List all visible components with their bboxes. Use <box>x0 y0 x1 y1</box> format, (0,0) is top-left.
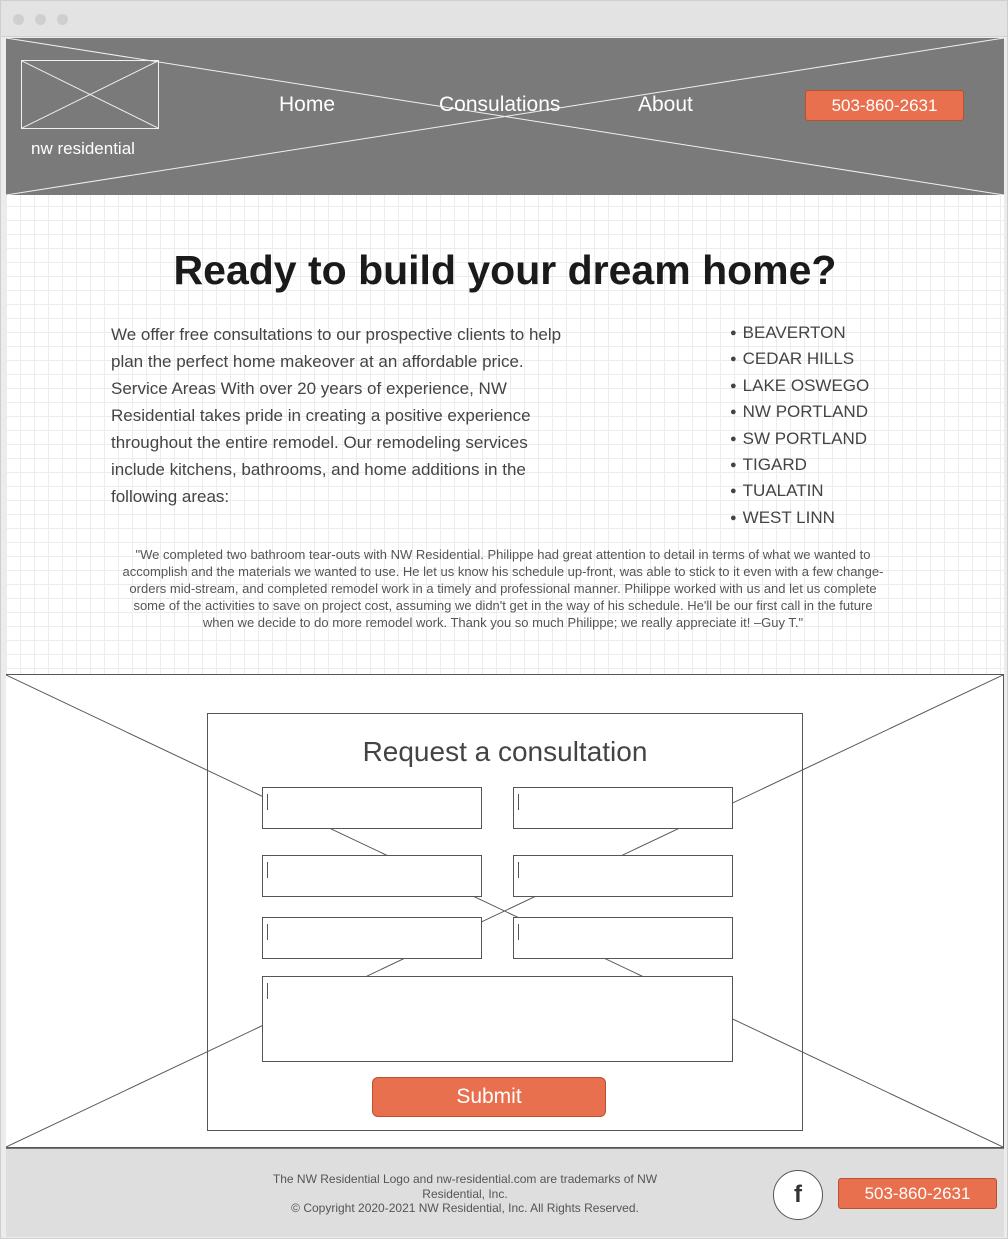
form-field-4[interactable] <box>513 855 733 897</box>
footer-phone-button[interactable]: 503-860-2631 <box>838 1178 997 1209</box>
footer-trademark: The NW Residential Logo and nw-residenti… <box>272 1172 658 1201</box>
header-phone-button[interactable]: 503-860-2631 <box>805 90 964 121</box>
window-maximize-dot[interactable] <box>57 14 68 25</box>
service-area-item: WEST LINN <box>730 506 869 532</box>
text-cursor <box>267 862 268 878</box>
form-title: Request a consultation <box>362 736 648 767</box>
consultation-section: Request a consultation Submit <box>6 674 1004 1148</box>
submit-button[interactable]: Submit <box>372 1077 606 1117</box>
text-cursor <box>267 924 268 940</box>
service-area-item: TUALATIN <box>730 479 869 505</box>
text-cursor <box>518 924 519 940</box>
form-field-3[interactable] <box>262 855 482 897</box>
footer-legal: The NW Residential Logo and nw-residenti… <box>255 1172 675 1216</box>
text-cursor <box>518 862 519 878</box>
nav-consultations[interactable]: Consulations <box>439 93 560 117</box>
footer-copyright: © Copyright 2020-2021 NW Residential, In… <box>291 1201 639 1215</box>
intro-paragraph: We offer free consultations to our prosp… <box>111 325 562 506</box>
form-message-textarea[interactable] <box>262 976 733 1062</box>
facebook-icon[interactable]: f <box>773 1170 823 1220</box>
service-area-item: TIGARD <box>730 453 869 479</box>
form-field-5[interactable] <box>262 917 482 959</box>
site-footer: The NW Residential Logo and nw-residenti… <box>6 1148 1004 1237</box>
browser-window: nw residential Home Consulations About 5… <box>0 0 1008 1239</box>
site-header: nw residential Home Consulations About 5… <box>6 38 1004 195</box>
service-areas-list: BEAVERTON CEDAR HILLS LAKE OSWEGO NW POR… <box>730 321 870 532</box>
window-minimize-dot[interactable] <box>35 14 46 25</box>
testimonial-quote: "We completed two bathroom tear-outs wit… <box>122 547 884 630</box>
window-close-dot[interactable] <box>13 14 24 25</box>
window-titlebar <box>1 1 1007 37</box>
logo-image-placeholder[interactable] <box>21 60 159 129</box>
form-field-2[interactable] <box>513 787 733 829</box>
page-headline: Ready to build your dream home? <box>173 247 837 293</box>
form-field-1[interactable] <box>262 787 482 829</box>
service-area-item: NW PORTLAND <box>730 400 869 426</box>
consultation-form: Request a consultation Submit <box>207 713 803 1131</box>
form-field-6[interactable] <box>513 917 733 959</box>
nav-home[interactable]: Home <box>279 93 335 117</box>
text-cursor <box>267 794 268 810</box>
page-content: nw residential Home Consulations About 5… <box>6 38 1004 1237</box>
service-area-item: LAKE OSWEGO <box>730 374 870 400</box>
service-area-item: SW PORTLAND <box>730 427 869 453</box>
text-cursor <box>267 983 268 999</box>
nav-about[interactable]: About <box>638 93 693 117</box>
logo-placeholder-icon <box>21 60 159 129</box>
text-cursor <box>518 794 519 810</box>
logo-text[interactable]: nw residential <box>31 139 135 159</box>
service-area-item: CEDAR HILLS <box>730 347 869 373</box>
service-area-item: BEAVERTON <box>730 321 869 347</box>
